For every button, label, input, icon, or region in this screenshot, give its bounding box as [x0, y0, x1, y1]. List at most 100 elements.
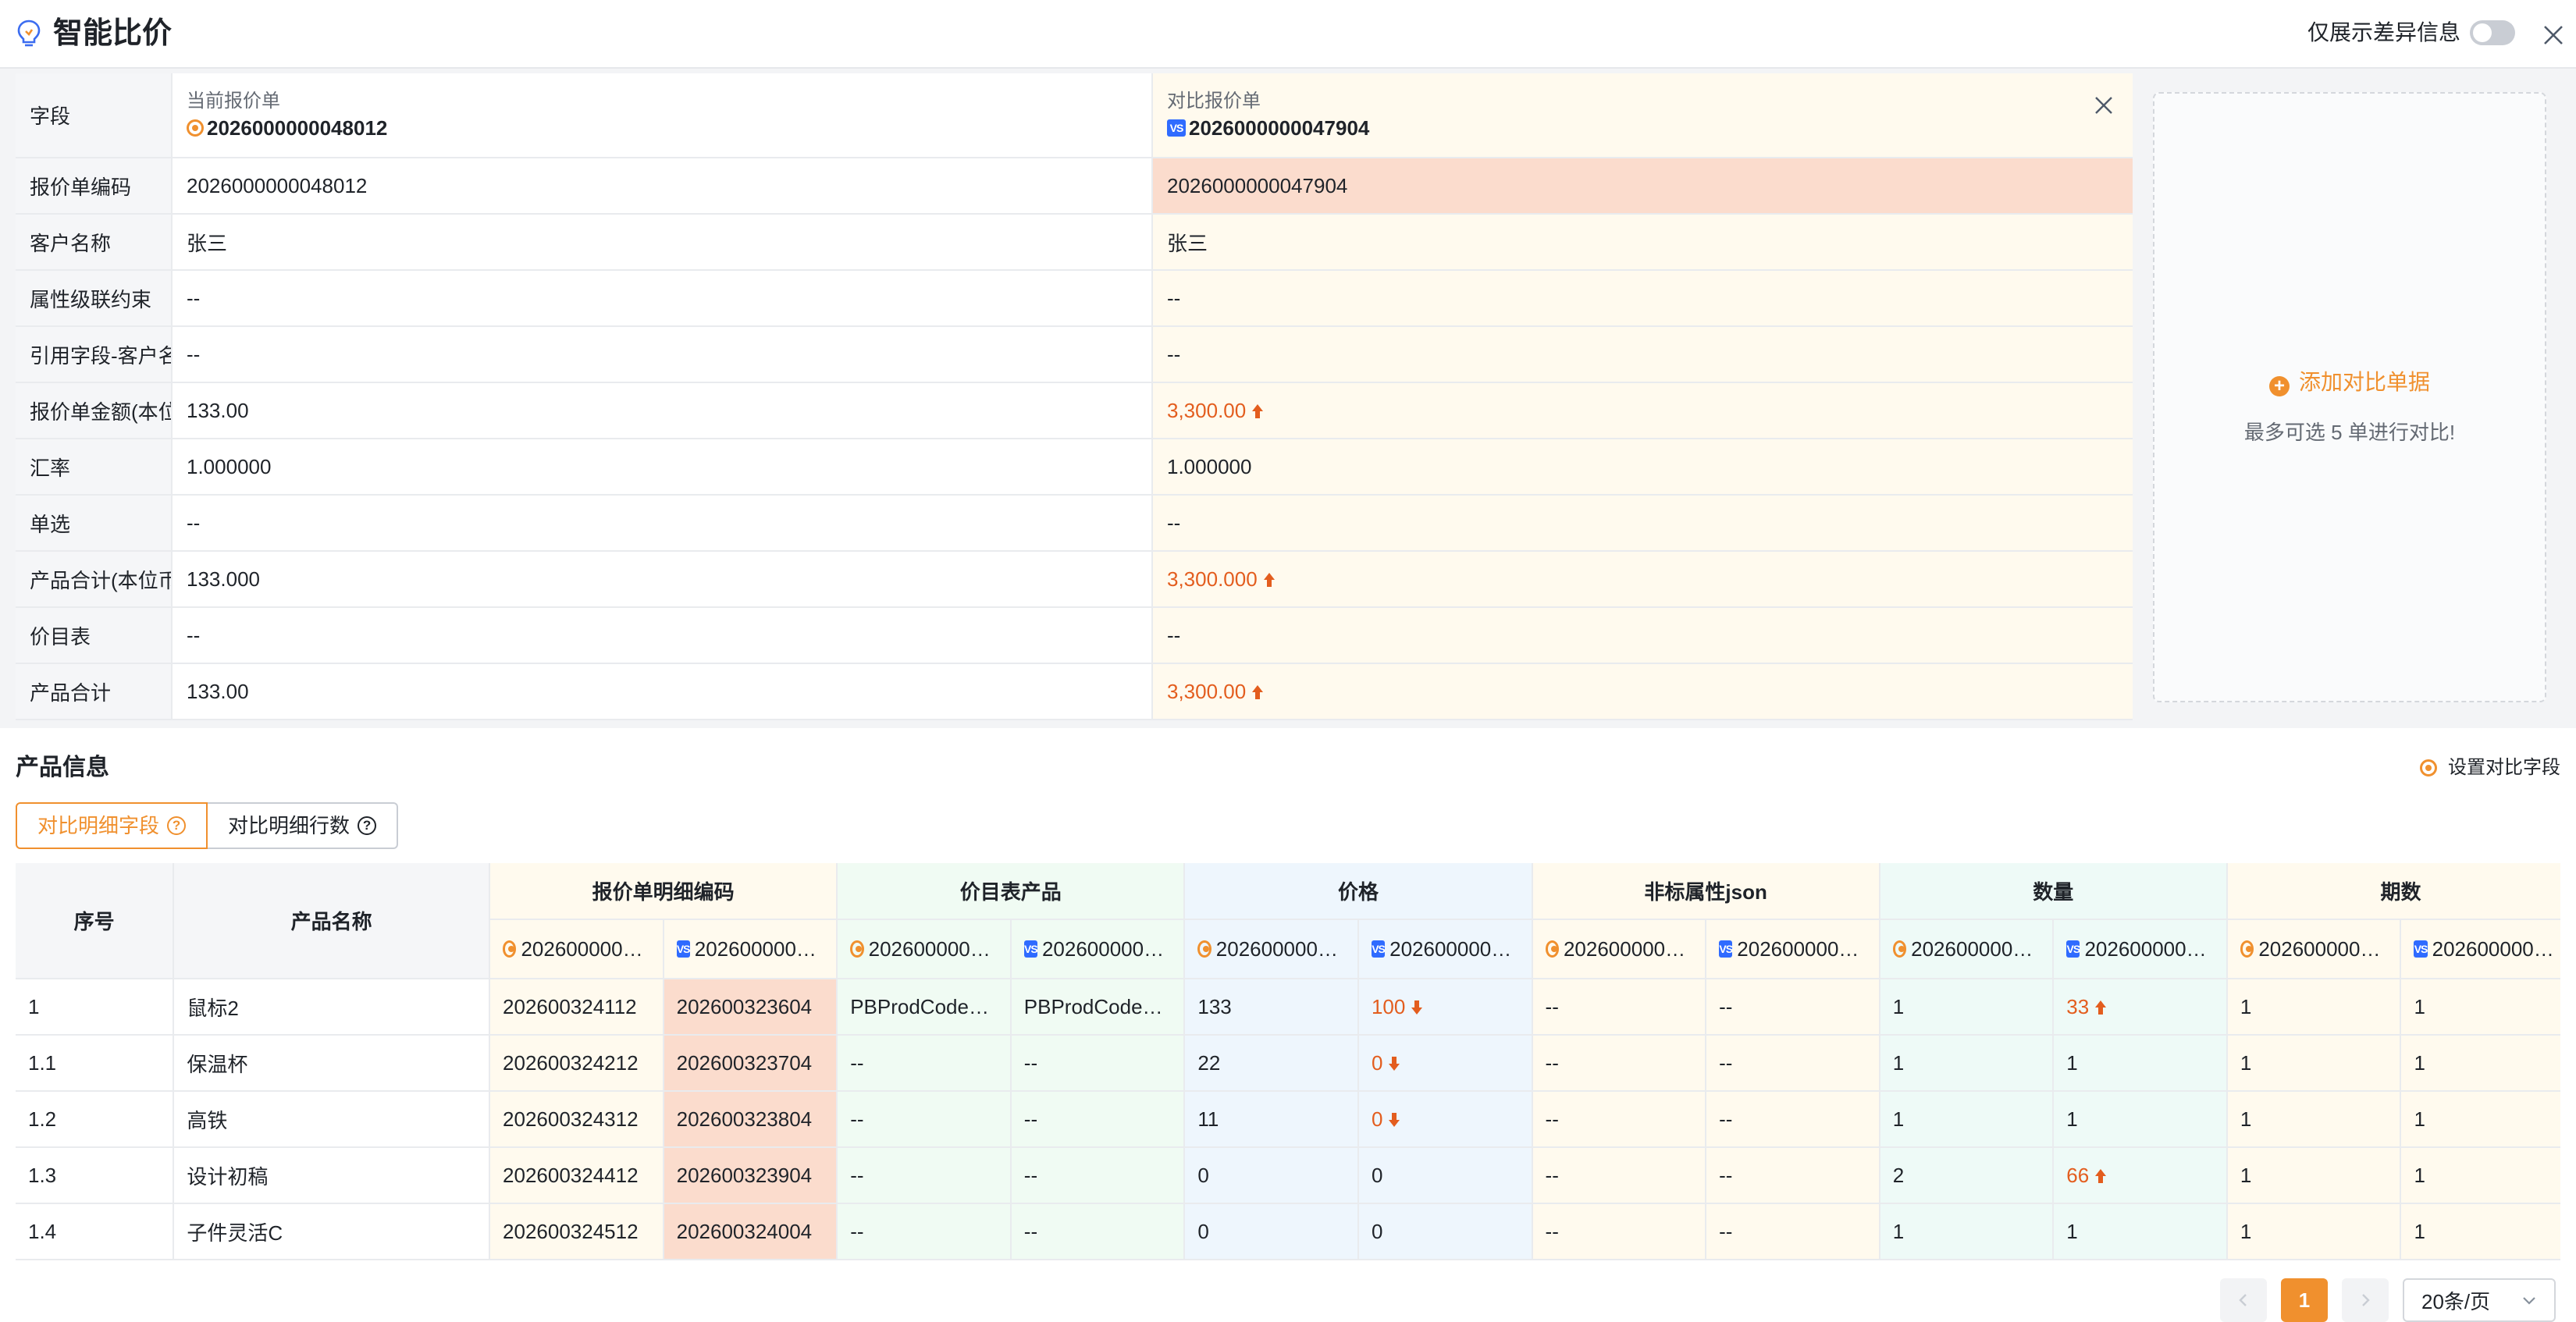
remove-compare-close-icon[interactable]	[2092, 94, 2115, 117]
compare-value: 3,300.000	[1167, 567, 1258, 591]
table-cell: 0	[1357, 1147, 1533, 1204]
next-page-button[interactable]	[2342, 1278, 2389, 1322]
current-quote-header: 当前报价单 2026000000048012	[172, 73, 1153, 158]
group-header: 非标属性json	[1532, 863, 1880, 920]
product-name: 鼠标2	[173, 979, 491, 1036]
pagination: 1 20条/页	[2220, 1278, 2556, 1322]
diff-only-label: 仅展示差异信息	[2307, 20, 2460, 44]
table-cell: 100	[1357, 979, 1533, 1036]
current-value: 1.000000	[172, 439, 1153, 496]
product-name: 保温杯	[173, 1035, 491, 1092]
table-cell: --	[1532, 1147, 1707, 1204]
table-cell: --	[1010, 1035, 1186, 1092]
sub-header-current: 2026000000048012	[837, 919, 1012, 979]
page-button-current[interactable]: 1	[2281, 1278, 2328, 1322]
col-name-header: 产品名称	[173, 863, 491, 979]
chevron-right-icon	[2362, 1294, 2370, 1306]
field-name: 报价单编码	[16, 158, 173, 215]
product-name: 高铁	[173, 1091, 491, 1148]
add-compare-panel: + 添加对比单据 最多可选 5 单进行对比!	[2153, 92, 2546, 702]
current-value: 133.00	[172, 382, 1153, 439]
row-index: 1	[16, 979, 175, 1036]
arrow-up-icon	[2095, 1168, 2107, 1183]
table-cell: 1	[2226, 1035, 2402, 1092]
table-cell: --	[1706, 1091, 1880, 1148]
current-badge-icon	[1545, 940, 1559, 958]
table-cell: --	[1706, 1035, 1880, 1092]
add-compare-link[interactable]: + 添加对比单据	[2154, 367, 2545, 398]
settings-icon	[2420, 759, 2437, 776]
table-cell: --	[1010, 1147, 1186, 1204]
group-header: 价目表产品	[837, 863, 1186, 920]
diff-only-toggle[interactable]	[2470, 20, 2515, 45]
table-cell: --	[1010, 1091, 1186, 1148]
vs-badge-icon: VS	[2066, 940, 2080, 958]
table-cell: 66	[2053, 1147, 2228, 1204]
vs-badge-icon: VS	[1023, 940, 1038, 958]
help-icon[interactable]: ?	[358, 816, 377, 835]
diff-value: 100	[1371, 994, 1406, 1018]
page-size-select[interactable]: 20条/页	[2403, 1278, 2556, 1322]
diff-value: 0	[1371, 1107, 1383, 1131]
table-cell: --	[1532, 979, 1707, 1036]
table-cell: --	[1010, 1203, 1186, 1260]
table-row: 1.1 保温杯 202600324212 202600323704 -- -- 22 0 -- -…	[16, 1035, 2560, 1092]
table-cell: --	[1706, 1203, 1880, 1260]
compare-value-cell: 3,300.000	[1152, 551, 2133, 608]
sub-header-current: 2026000000048012	[2226, 919, 2402, 979]
arrow-up-icon	[1263, 572, 1275, 587]
current-value: 2026000000048012	[172, 158, 1153, 215]
group-header-row: 序号 产品名称 报价单明细编码 价目表产品 价格 非标属性json 数量 期数	[16, 863, 2560, 979]
sub-header-compare: VS2026000000047904	[1010, 919, 1186, 979]
table-cell: 1	[2400, 1203, 2560, 1260]
compare-value-cell: 3,300.00	[1152, 382, 2133, 439]
diff-value: 66	[2066, 1163, 2090, 1187]
table-cell: 0	[1184, 1147, 1359, 1204]
table-cell: 1	[1879, 1091, 2055, 1148]
table-cell: 2	[1879, 1147, 2055, 1204]
plus-circle-icon: +	[2268, 376, 2290, 396]
arrow-up-icon	[1252, 684, 1264, 699]
vs-badge-icon: VS	[676, 940, 691, 958]
table-cell: 0	[1357, 1035, 1533, 1092]
table-cell: 202600324004	[663, 1203, 838, 1260]
row-index: 1.1	[16, 1035, 175, 1092]
prev-page-button[interactable]	[2220, 1278, 2267, 1322]
close-icon[interactable]	[2540, 22, 2567, 48]
set-compare-fields-label: 设置对比字段	[2448, 757, 2560, 778]
row-index: 1.3	[16, 1147, 175, 1204]
set-compare-fields-button[interactable]: 设置对比字段	[2420, 754, 2560, 782]
tab-compare-rows[interactable]: 对比明细行数?	[208, 802, 399, 849]
tab-compare-fields[interactable]: 对比明细字段?	[16, 802, 208, 849]
table-cell: 1	[2053, 1091, 2228, 1148]
product-table-scroll[interactable]: 序号 产品名称 报价单明细编码 价目表产品 价格 非标属性json 数量 期数 …	[16, 863, 2560, 1263]
table-cell: 1	[2400, 979, 2560, 1036]
page-title: 智能比价	[53, 17, 173, 50]
compare-row: 报价单编码 2026000000048012 2026000000047904	[16, 158, 2133, 215]
compare-value: --	[1152, 326, 2133, 383]
sub-header-compare: VS2026000000047904	[663, 919, 838, 979]
arrow-up-icon	[2095, 1000, 2107, 1015]
field-name: 引用字段-客户名称	[16, 326, 173, 383]
arrow-down-icon	[1389, 1056, 1400, 1071]
compare-row: 单选 -- --	[16, 495, 2133, 552]
table-cell: 0	[1357, 1091, 1533, 1148]
table-cell: 202600324412	[489, 1147, 664, 1204]
table-cell: 1	[2400, 1035, 2560, 1092]
group-header: 期数	[2226, 863, 2560, 920]
table-cell: 1	[1879, 1203, 2055, 1260]
table-cell: 33	[2053, 979, 2228, 1036]
current-badge-icon	[850, 940, 864, 958]
tab-compare-fields-label: 对比明细字段	[37, 814, 160, 837]
table-row: 1.3 设计初稿 202600324412 202600323904 -- -- 0 0 -- -…	[16, 1147, 2560, 1204]
current-value: 133.000	[172, 551, 1153, 608]
compare-value-cell: 3,300.00	[1152, 663, 2133, 720]
diff-value: 33	[2066, 994, 2090, 1018]
field-name: 产品合计(本位币)	[16, 551, 173, 608]
table-cell: PBProdCode0001	[1010, 979, 1186, 1036]
current-badge-icon	[2240, 940, 2254, 958]
compare-value: 张三	[1152, 214, 2133, 271]
sub-header-current: 2026000000048012	[489, 919, 664, 979]
help-icon[interactable]: ?	[167, 816, 187, 835]
sub-header-current: 2026000000048012	[1879, 919, 2055, 979]
